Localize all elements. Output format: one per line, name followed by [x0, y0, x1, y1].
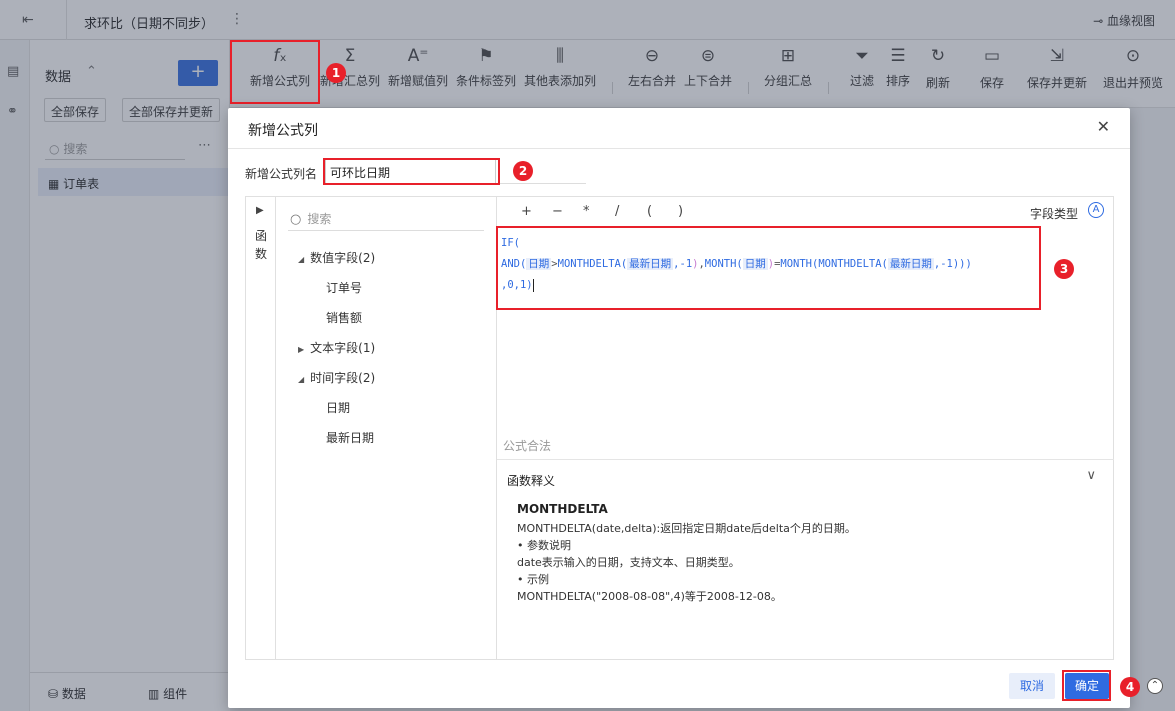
field-panel: ○ 搜索 ◢ 数值字段(2) 订单号 销售额 ▶ 文本字段(1) ◢ 时间字段(2) 日… [276, 197, 497, 659]
description-line: • 示例 [517, 573, 549, 586]
caret-down-icon: ◢ [298, 255, 305, 264]
field-type-icon[interactable]: A [1088, 202, 1104, 218]
search-icon: ○ [290, 212, 302, 227]
field-search-input[interactable]: ○ 搜索 [288, 207, 484, 231]
step-marker: 3 [1054, 259, 1074, 279]
close-paren-operator[interactable]: ) [678, 204, 683, 219]
field-item[interactable]: 日期 [326, 399, 350, 416]
field-item[interactable]: 最新日期 [326, 429, 374, 446]
multiply-operator[interactable]: * [583, 204, 590, 219]
group-label: 文本字段(1) [310, 341, 376, 355]
highlight-box [496, 226, 1041, 310]
chevron-up-icon[interactable]: ⌃ [1147, 678, 1163, 694]
field-item[interactable]: 销售额 [326, 309, 362, 326]
tree-group-numeric[interactable]: ◢ 数值字段(2) [298, 249, 375, 266]
caret-right-icon: ▶ [298, 345, 305, 354]
function-tab[interactable]: 函数 [255, 227, 269, 263]
open-paren-operator[interactable]: ( [647, 204, 652, 219]
divider [498, 183, 586, 184]
tree-group-time[interactable]: ◢ 时间字段(2) [298, 369, 375, 386]
highlight-box [1062, 670, 1111, 701]
description-line: MONTHDELTA(date,delta):返回指定日期date后delta个… [517, 522, 856, 535]
highlight-box [230, 40, 320, 104]
step-marker: 2 [513, 161, 533, 181]
function-explanation: 函数释义 ∨ MONTHDELTA MONTHDELTA(date,delta)… [497, 459, 1114, 659]
tree-group-text[interactable]: ▶ 文本字段(1) [298, 339, 375, 356]
description-line: • 参数说明 [517, 539, 571, 552]
operator-bar: + − * / ( ) 字段类型 A [497, 197, 1114, 227]
divider [228, 148, 1130, 149]
function-name: MONTHDELTA [517, 502, 608, 516]
expand-icon[interactable]: ▶ [256, 205, 264, 216]
caret-down-icon: ◢ [298, 375, 305, 384]
function-rail: ▶ 函数 [246, 197, 276, 659]
dialog-title: 新增公式列 [248, 123, 318, 139]
function-description: MONTHDELTA(date,delta):返回指定日期date后delta个… [517, 520, 856, 605]
group-label: 数值字段(2) [310, 251, 376, 265]
description-line: MONTHDELTA("2008-08-08",4)等于2008-12-08。 [517, 590, 782, 603]
step-marker: 4 [1120, 677, 1140, 697]
formula-valid-status: 公式合法 [503, 439, 552, 453]
function-explanation-title: 函数释义 [507, 474, 556, 488]
step-marker: 1 [326, 63, 346, 83]
plus-operator[interactable]: + [521, 204, 532, 219]
field-item[interactable]: 订单号 [326, 279, 362, 296]
cancel-button[interactable]: 取消 [1009, 673, 1055, 699]
description-line: date表示输入的日期，支持文本、日期类型。 [517, 556, 740, 569]
close-icon[interactable]: ✕ [1097, 117, 1110, 136]
divide-operator[interactable]: / [615, 204, 619, 219]
search-placeholder: 搜索 [307, 212, 332, 226]
group-label: 时间字段(2) [310, 371, 376, 385]
column-name-label: 新增公式列名 [245, 167, 318, 181]
field-type-label: 字段类型 [1029, 207, 1078, 221]
highlight-box [323, 158, 500, 185]
minus-operator[interactable]: − [552, 204, 563, 219]
add-formula-column-dialog: 新增公式列 ✕ 新增公式列名 可环比日期 ▶ 函数 ○ 搜索 ◢ 数值字段(2) 订… [228, 108, 1130, 708]
chevron-down-icon[interactable]: ∨ [1086, 468, 1096, 483]
